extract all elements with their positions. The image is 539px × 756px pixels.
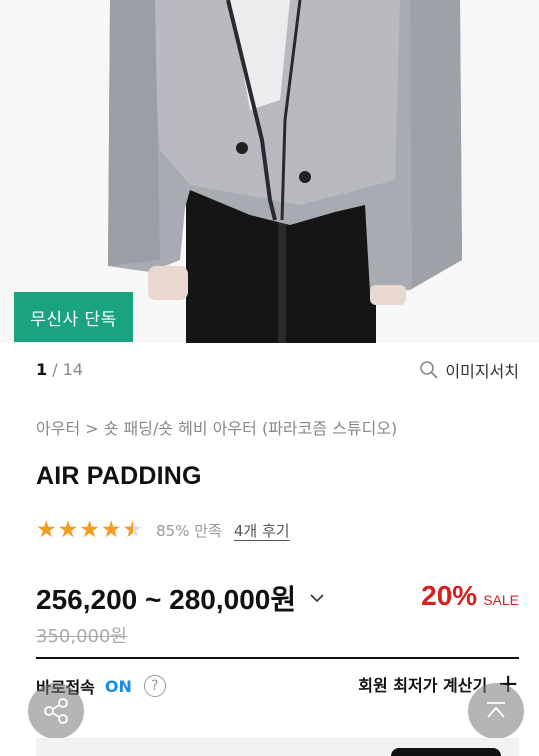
reviews-link[interactable]: 4개 후기	[234, 520, 290, 541]
discount-percent: 20%	[421, 580, 478, 611]
scroll-top-button[interactable]	[468, 683, 524, 739]
share-icon	[44, 698, 68, 724]
sale-label: SALE	[483, 592, 519, 608]
price-range: 256,200 ~ 280,000원	[36, 584, 297, 615]
direct-access-status[interactable]: ON	[105, 677, 132, 696]
pager-total: / 14	[52, 360, 84, 379]
exclusive-badge: 무신사 단독	[14, 292, 133, 342]
breadcrumb[interactable]: 아우터 > 숏 패딩/숏 헤비 아우터 (파라코즘 스튜디오)	[36, 415, 397, 439]
member-price-label: 회원 최저가 계산기	[358, 676, 488, 695]
bottom-action-bar	[36, 738, 519, 756]
arrow-up-icon	[487, 702, 505, 718]
question-icon[interactable]: ?	[143, 675, 166, 697]
satisfaction-text: 85% 만족	[156, 522, 222, 540]
rating-row: ★★★★★ ★★★★★ 85% 만족 4개 후기	[36, 519, 290, 542]
discount-label: 20% SALE	[421, 580, 519, 612]
divider	[36, 657, 519, 659]
pager-current: 1	[36, 360, 48, 379]
price-row[interactable]: 256,200 ~ 280,000원	[36, 578, 324, 618]
product-image[interactable]: 무신사 단독	[0, 0, 539, 343]
image-pager: 1 / 14	[36, 360, 83, 379]
chevron-down-icon[interactable]	[310, 593, 324, 603]
buy-button[interactable]	[391, 748, 501, 756]
image-search-button[interactable]: 이미지서치	[419, 358, 519, 382]
search-icon	[420, 361, 439, 379]
product-title: AIR PADDING	[36, 462, 202, 490]
rating-stars: ★★★★★ ★★★★★	[36, 517, 145, 543]
image-search-label: 이미지서치	[445, 362, 519, 381]
share-button[interactable]	[28, 683, 84, 739]
original-price: 350,000원	[36, 626, 127, 647]
